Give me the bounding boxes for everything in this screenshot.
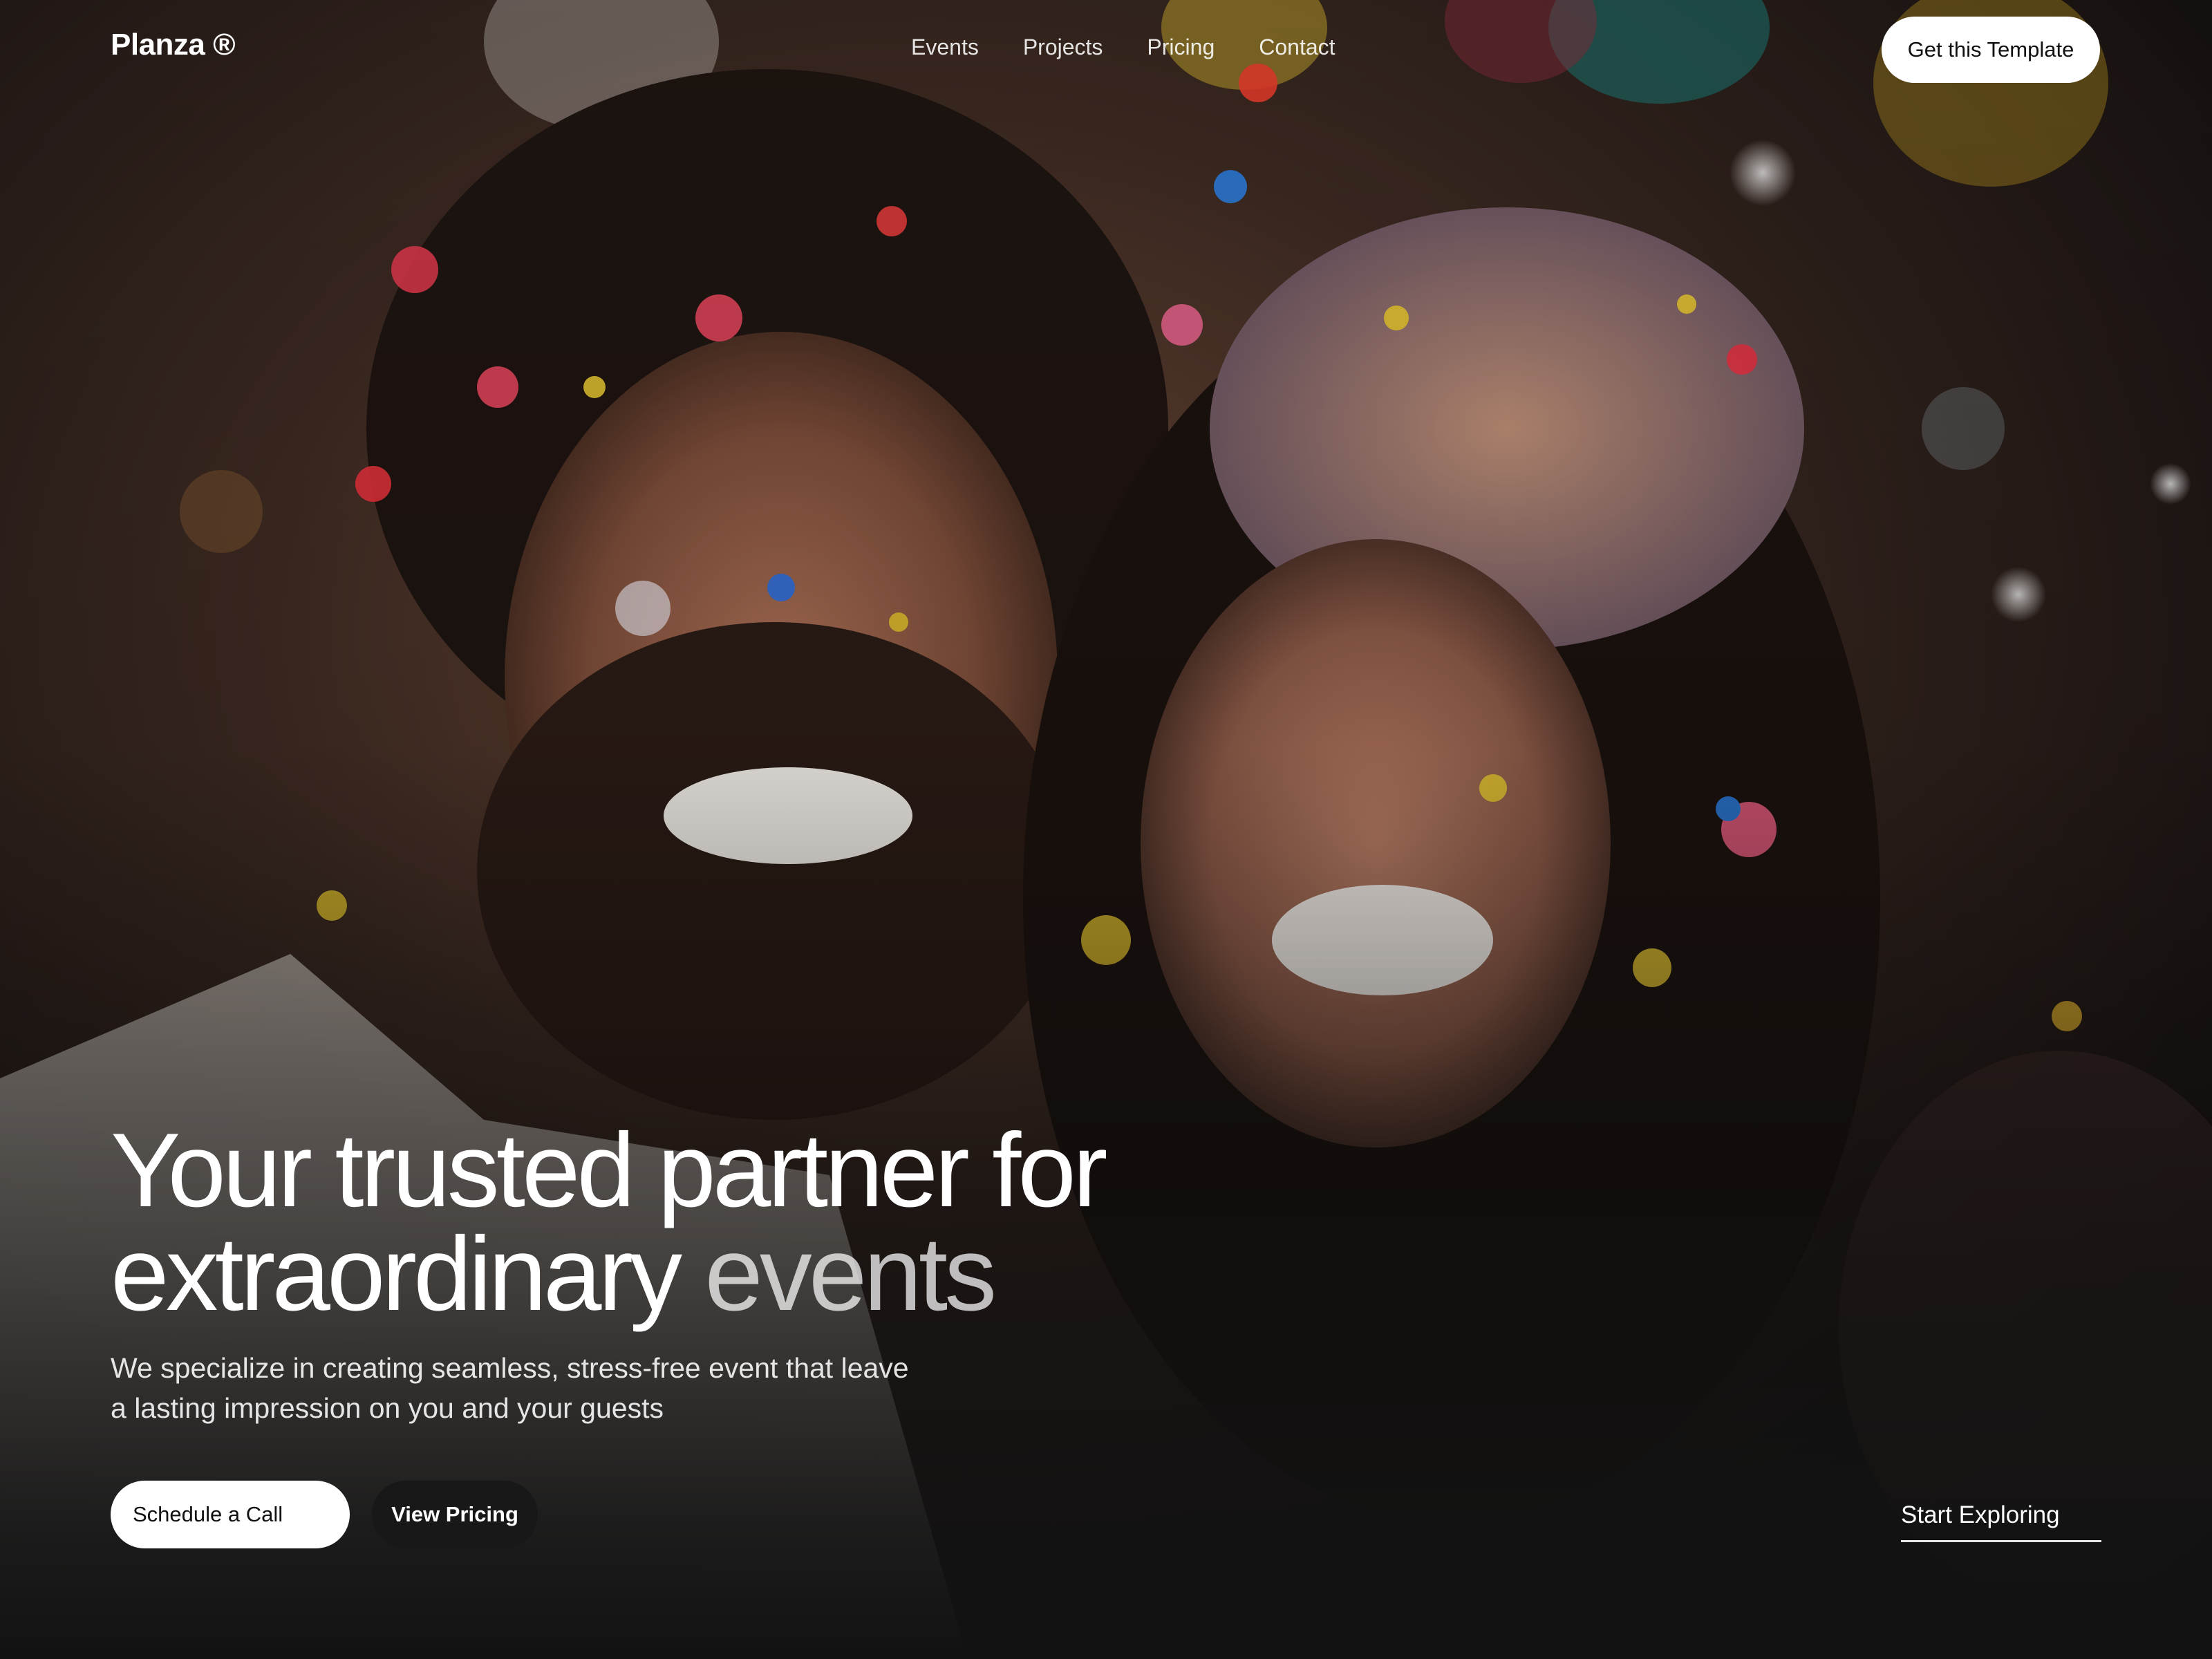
start-exploring-link[interactable]: Start Exploring	[1901, 1501, 2101, 1542]
hero-buttons: Schedule a Call View Pricing	[111, 1481, 538, 1548]
hero-headline: Your trusted partner for extraordinary e…	[111, 1112, 1355, 1327]
schedule-call-button[interactable]: Schedule a Call	[111, 1481, 350, 1548]
brand-logo[interactable]: Planza ®	[111, 28, 236, 62]
nav-item-contact[interactable]: Contact	[1259, 35, 1335, 60]
view-pricing-button[interactable]: View Pricing	[372, 1481, 538, 1548]
headline-line-1: Your trusted partner for	[111, 1112, 1107, 1229]
nav-item-pricing[interactable]: Pricing	[1147, 35, 1215, 60]
headline-line-2: extraordinary events	[111, 1221, 1355, 1327]
landing-page: Planza ® Events Projects Pricing Contact…	[0, 0, 2212, 1659]
hero-subheadline: We specialize in creating seamless, stre…	[111, 1352, 909, 1424]
nav-item-projects[interactable]: Projects	[1023, 35, 1103, 60]
main-nav: Events Projects Pricing Contact	[911, 35, 1335, 60]
nav-item-events[interactable]: Events	[911, 35, 979, 60]
get-template-button[interactable]: Get this Template	[1882, 17, 2100, 83]
headline-word-events: events	[679, 1215, 997, 1333]
headline-word-extraordinary: extraordinary	[111, 1215, 682, 1333]
site-header: Planza ® Events Projects Pricing Contact…	[0, 0, 2212, 97]
